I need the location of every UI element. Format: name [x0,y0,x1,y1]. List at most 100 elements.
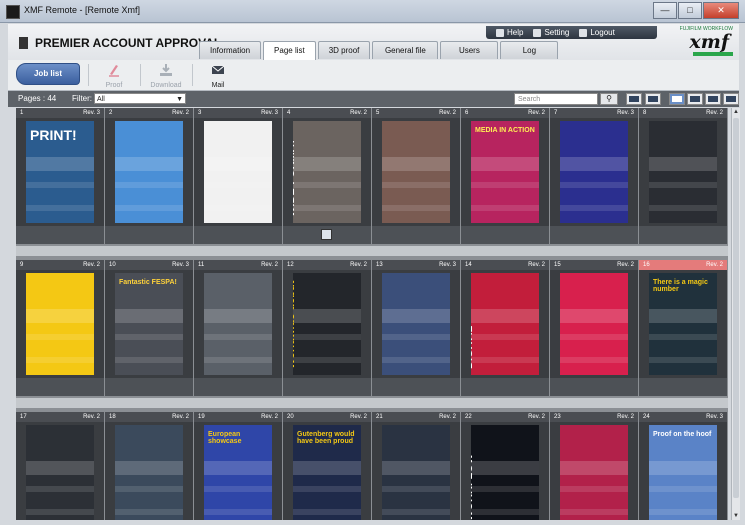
page-thumbnail[interactable]: European showcase [204,425,272,520]
page-revision: Rev. 2 [528,262,545,268]
tab-3d-proof[interactable]: 3D proof [317,41,371,59]
page-thumbnail[interactable] [26,273,94,375]
close-button[interactable]: ✕ [703,2,739,19]
window-titlebar: XMF Remote - [Remote Xmf] — □ ✕ [0,0,745,23]
page-thumbnail[interactable]: WORKFLOW [471,425,539,520]
setting-link[interactable]: Setting [533,28,569,37]
page-tile-header: 10 Rev. 3 [105,260,193,270]
tab-log[interactable]: Log [500,41,559,59]
scroll-down-arrow-icon[interactable]: ▼ [732,512,740,520]
page-tile[interactable]: 10 Rev. 3 Fantastic FESPA! [105,260,193,396]
page-grid: 1 Rev. 3 PRINT! 2 Rev. 2 3 Rev. 3 4 Rev. 2 WIDE-F… [16,108,728,520]
filter-select[interactable]: All ▼ [94,93,186,104]
page-number: 20 [287,414,294,420]
page-tile[interactable]: 11 Rev. 2 [194,260,282,396]
page-thumbnail[interactable] [115,121,183,223]
proof-button[interactable]: Proof [90,60,138,90]
view-grid-button[interactable] [669,93,685,105]
page-thumbnail[interactable] [649,121,717,223]
download-icon [160,64,172,76]
page-tile[interactable]: 22 Rev. 2 WORKFLOW [461,412,549,520]
page-revision: Rev. 2 [706,262,723,268]
search-icon: ⚲ [606,94,612,103]
search-input[interactable]: Search [514,93,598,105]
page-thumbnail[interactable]: Worldwide debut [293,273,361,375]
help-link[interactable]: Help [496,28,523,37]
page-tile[interactable]: 2 Rev. 2 [105,108,193,244]
page-thumbnail[interactable]: DIGITAL [471,273,539,375]
page-thumbnail[interactable] [26,425,94,520]
page-tile[interactable]: 3 Rev. 3 [194,108,282,244]
mail-button[interactable]: Mail [194,60,242,90]
page-tile[interactable]: 19 Rev. 2 European showcase [194,412,282,520]
page-thumbnail[interactable] [560,425,628,520]
page-thumbnail[interactable]: There is a magic number [649,273,717,375]
page-tile[interactable]: 24 Rev. 3 Proof on the hoof [639,412,727,520]
page-thumbnail[interactable] [560,121,628,223]
page-tile-header: 22 Rev. 2 [461,412,549,422]
page-thumbnail[interactable]: WIDE-FORMAT [293,121,361,223]
page-thumbnail[interactable] [382,425,450,520]
page-tile[interactable]: 16 Rev. 2 There is a magic number [639,260,727,396]
page-thumbnail[interactable] [560,273,628,375]
page-revision: Rev. 2 [617,262,634,268]
page-tile-footer [283,226,371,244]
page-tile[interactable]: 7 Rev. 3 [550,108,638,244]
page-revision: Rev. 2 [83,262,100,268]
page-thumbnail[interactable] [204,121,272,223]
page-tile[interactable]: 12 Rev. 2 Worldwide debut [283,260,371,396]
view-large-button[interactable] [687,93,703,105]
maximize-button[interactable]: □ [678,2,702,19]
page-tile[interactable]: 21 Rev. 2 [372,412,460,520]
page-thumbnail[interactable] [204,273,272,375]
window-title: XMF Remote - [Remote Xmf] [24,5,141,15]
page-tile[interactable]: 6 Rev. 2 MEDIA IN ACTION [461,108,549,244]
page-thumbnail[interactable]: PRINT! [26,121,94,223]
page-thumbnail[interactable]: Fantastic FESPA! [115,273,183,375]
page-tile[interactable]: 15 Rev. 2 [550,260,638,396]
page-tile[interactable]: 17 Rev. 2 [16,412,104,520]
page-tile[interactable]: 9 Rev. 2 [16,260,104,396]
page-tile[interactable]: 8 Rev. 2 [639,108,727,244]
page-thumbnail[interactable] [382,273,450,375]
page-tile[interactable]: 1 Rev. 3 PRINT! [16,108,104,244]
page-thumbnail[interactable]: Gutenberg would have been proud [293,425,361,520]
view-preview-button[interactable] [626,93,642,105]
page-tile[interactable]: 20 Rev. 2 Gutenberg would have been proud [283,412,371,520]
page-tile-footer [461,226,549,244]
scroll-thumb[interactable] [733,118,739,498]
page-thumbnail[interactable] [115,425,183,520]
logout-link[interactable]: Logout [579,28,615,37]
minimize-button[interactable]: — [653,2,677,19]
tab-general-file[interactable]: General file [372,41,439,59]
page-tile[interactable]: 4 Rev. 2 WIDE-FORMAT [283,108,371,244]
page-revision: Rev. 3 [617,110,634,116]
page-thumbnail-text: European showcase [208,431,242,445]
job-list-button[interactable]: Job list [16,63,80,85]
page-thumbnail[interactable]: Proof on the hoof [649,425,717,520]
view-medium-button[interactable] [705,93,721,105]
page-tile[interactable]: 23 Rev. 2 [550,412,638,520]
tab-page-list[interactable]: Page list [263,41,316,60]
view-list-button[interactable] [723,93,739,105]
download-button[interactable]: Download [142,60,190,90]
search-button[interactable]: ⚲ [600,93,618,105]
page-tile[interactable]: 13 Rev. 3 [372,260,460,396]
page-tile-header: 1 Rev. 3 [16,108,104,118]
page-number: 14 [465,262,472,268]
page-tile[interactable]: 14 Rev. 2 DIGITAL [461,260,549,396]
note-icon[interactable] [321,229,332,240]
scroll-up-arrow-icon[interactable]: ▲ [732,108,740,116]
page-thumbnail[interactable]: MEDIA IN ACTION [471,121,539,223]
page-tile[interactable]: 18 Rev. 2 [105,412,193,520]
folder-icon [19,37,28,49]
page-tile-footer [461,378,549,396]
page-tile[interactable]: 5 Rev. 2 [372,108,460,244]
page-thumbnail[interactable] [382,121,450,223]
vertical-scrollbar[interactable]: ▲ ▼ [731,108,740,520]
page-tile-header: 2 Rev. 2 [105,108,193,118]
view-spread-button[interactable] [645,93,661,105]
tab-information[interactable]: Information [199,41,262,59]
page-tile-header: 19 Rev. 2 [194,412,282,422]
tab-users[interactable]: Users [440,41,499,59]
